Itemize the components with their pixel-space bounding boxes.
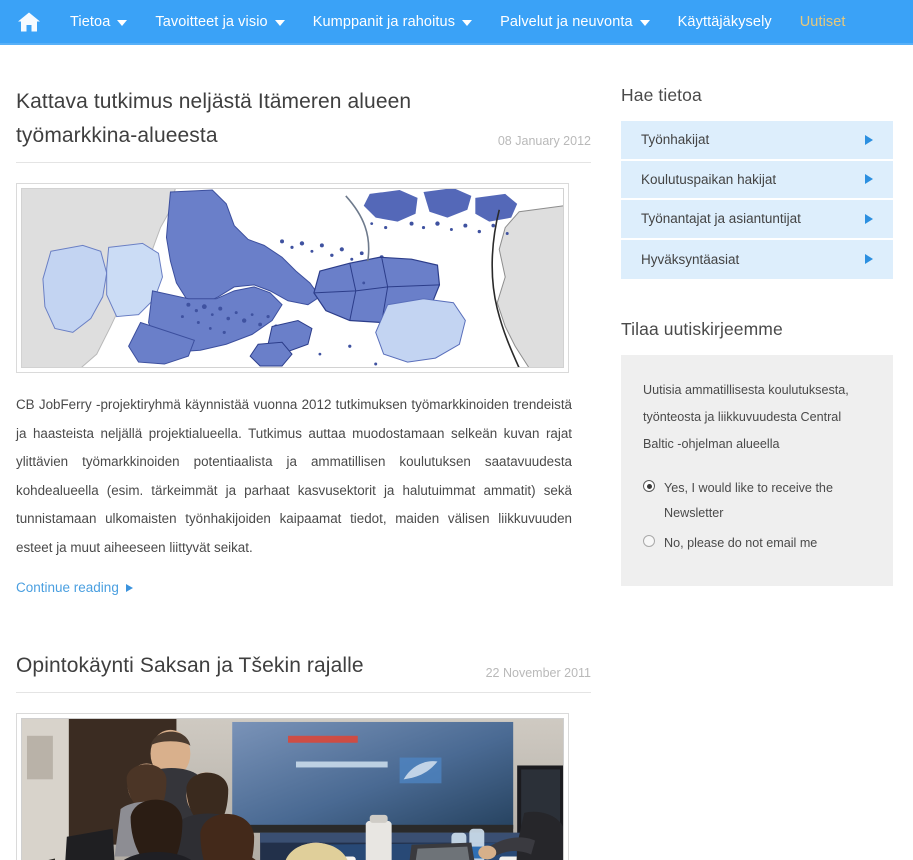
- article-header: Opintokäynti Saksan ja Tšekin rajalle 22…: [16, 649, 591, 694]
- nav-item-label: Käyttäjäkysely: [677, 13, 772, 30]
- sidebar-item-tyonhakijat[interactable]: Työnhakijat: [621, 121, 893, 161]
- chevron-down-icon: [639, 19, 650, 26]
- nav-item-label: Tietoa: [70, 13, 111, 30]
- arrow-right-icon: [865, 134, 873, 145]
- sidebar-link-list: Työnhakijat Koulutuspaikan hakijat Työna…: [621, 121, 893, 279]
- article-image-map[interactable]: [16, 183, 569, 374]
- newsletter-panel: Uutisia ammatillisesta koulutuksesta, ty…: [621, 355, 893, 586]
- arrow-right-icon: [865, 254, 873, 265]
- arrow-right-icon: [125, 583, 133, 592]
- arrow-right-icon: [865, 213, 873, 224]
- arrow-right-icon: [865, 174, 873, 185]
- map-illustration: [21, 188, 564, 369]
- article-header: Kattava tutkimus neljästä Itämeren aluee…: [16, 85, 591, 164]
- nav-item-kumppanit-ja-rahoitus[interactable]: Kumppanit ja rahoitus: [299, 0, 486, 44]
- top-navigation-bar: Tietoa Tavoitteet ja visio Kumppanit ja …: [0, 0, 913, 45]
- article-item: Kattava tutkimus neljästä Itämeren aluee…: [16, 85, 591, 597]
- radio-button-selected[interactable]: [643, 480, 655, 493]
- chevron-down-icon: [462, 19, 473, 26]
- nav-item-label: Uutiset: [799, 13, 846, 30]
- nav-item-palvelut-ja-neuvonta[interactable]: Palvelut ja neuvonta: [486, 0, 664, 44]
- page-layout: Kattava tutkimus neljästä Itämeren aluee…: [0, 45, 913, 860]
- nav-item-label: Palvelut ja neuvonta: [500, 13, 633, 30]
- sidebar-search-title: Hae tietoa: [621, 85, 702, 105]
- sidebar-item-label: Koulutuspaikan hakijat: [641, 171, 777, 187]
- nav-item-kayttajakysely[interactable]: Käyttäjäkysely: [664, 0, 786, 44]
- main-content: Kattava tutkimus neljästä Itämeren aluee…: [16, 45, 591, 860]
- newsletter-option-yes[interactable]: Yes, I would like to receive the Newslet…: [643, 476, 873, 525]
- sidebar-item-label: Hyväksyntäasiat: [641, 251, 740, 267]
- article-title[interactable]: Kattava tutkimus neljästä Itämeren aluee…: [16, 85, 456, 153]
- photo-illustration: [21, 718, 564, 860]
- nav-item-tavoitteet-ja-visio[interactable]: Tavoitteet ja visio: [141, 0, 298, 44]
- nav-item-tietoa[interactable]: Tietoa: [56, 0, 141, 44]
- radio-button-unselected[interactable]: [643, 535, 655, 548]
- sidebar-item-label: Työnantajat ja asiantuntijat: [641, 211, 801, 227]
- article-body: CB JobFerry -projektiryhmä käynnistää vu…: [16, 397, 572, 555]
- newsletter-title: Tilaa uutiskirjeemme: [621, 319, 783, 339]
- chevron-down-icon: [117, 19, 128, 26]
- continue-reading-link[interactable]: Continue reading: [16, 580, 133, 595]
- newsletter-option-label: Yes, I would like to receive the Newslet…: [664, 481, 833, 520]
- chevron-down-icon: [274, 19, 285, 26]
- article-image-photo[interactable]: [16, 713, 569, 860]
- sidebar: Hae tietoa Työnhakijat Koulutuspaikan ha…: [621, 45, 893, 860]
- newsletter-option-no[interactable]: No, please do not email me: [643, 531, 873, 556]
- sidebar-item-koulutuspaikan-hakijat[interactable]: Koulutuspaikan hakijat: [621, 161, 893, 200]
- article-title[interactable]: Opintokäynti Saksan ja Tšekin rajalle: [16, 649, 436, 683]
- sidebar-item-tyonantajat-ja-asiantuntijat[interactable]: Työnantajat ja asiantuntijat: [621, 200, 893, 240]
- sidebar-item-hyvaksyntaasiat[interactable]: Hyväksyntäasiat: [621, 240, 893, 280]
- continue-reading-label: Continue reading: [16, 580, 119, 596]
- nav-item-label: Kumppanit ja rahoitus: [312, 13, 456, 30]
- article-date: 08 January 2012: [497, 134, 591, 149]
- home-icon[interactable]: [16, 9, 42, 35]
- newsletter-option-label: No, please do not email me: [664, 536, 818, 551]
- newsletter-description: Uutisia ammatillisesta koulutuksesta, ty…: [643, 383, 849, 452]
- article-item: Opintokäynti Saksan ja Tšekin rajalle 22…: [16, 649, 591, 860]
- sidebar-item-label: Työnhakijat: [641, 132, 710, 148]
- article-date: 22 November 2011: [485, 666, 591, 681]
- nav-item-label: Tavoitteet ja visio: [155, 13, 268, 30]
- nav-item-uutiset[interactable]: Uutiset: [786, 0, 860, 44]
